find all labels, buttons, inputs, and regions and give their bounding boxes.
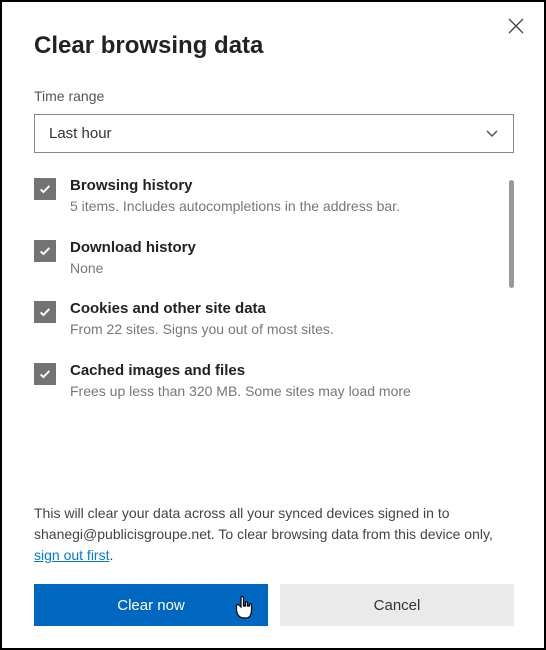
options-scroll-area: Browsing history 5 items. Includes autoc… — [34, 177, 514, 499]
checkbox-cached[interactable] — [34, 363, 56, 385]
clear-now-label: Clear now — [117, 597, 185, 614]
option-cached: Cached images and files Frees up less th… — [34, 362, 496, 402]
checkbox-browsing-history[interactable] — [34, 178, 56, 200]
check-icon — [38, 244, 52, 258]
footer-after: . — [109, 547, 113, 563]
option-desc: 5 items. Includes autocompletions in the… — [70, 197, 496, 217]
option-title: Browsing history — [70, 177, 496, 194]
footer-before: This will clear your data across all you… — [34, 505, 493, 542]
dialog-buttons: Clear now Cancel — [34, 584, 514, 626]
option-cookies: Cookies and other site data From 22 site… — [34, 300, 496, 340]
option-desc: None — [70, 259, 496, 279]
clear-browsing-data-dialog: Clear browsing data Time range Last hour… — [2, 2, 544, 648]
pointer-cursor-icon — [232, 594, 254, 624]
sync-warning-text: This will clear your data across all you… — [34, 503, 514, 566]
chevron-down-icon — [485, 126, 499, 142]
option-desc: Frees up less than 320 MB. Some sites ma… — [70, 382, 496, 402]
checkbox-cookies[interactable] — [34, 301, 56, 323]
cancel-button[interactable]: Cancel — [280, 584, 514, 626]
checkbox-download-history[interactable] — [34, 240, 56, 262]
option-browsing-history: Browsing history 5 items. Includes autoc… — [34, 177, 496, 217]
close-button[interactable] — [502, 12, 530, 40]
dialog-title: Clear browsing data — [34, 32, 514, 60]
check-icon — [38, 182, 52, 196]
sign-out-link[interactable]: sign out first — [34, 547, 109, 563]
option-desc: From 22 sites. Signs you out of most sit… — [70, 320, 496, 340]
time-range-label: Time range — [34, 88, 514, 104]
clear-now-button[interactable]: Clear now — [34, 584, 268, 626]
option-download-history: Download history None — [34, 239, 496, 279]
option-title: Download history — [70, 239, 496, 256]
check-icon — [38, 305, 52, 319]
time-range-select[interactable]: Last hour — [34, 114, 514, 153]
time-range-value: Last hour — [49, 125, 112, 142]
close-icon — [508, 18, 524, 34]
scrollbar-thumb[interactable] — [509, 180, 514, 288]
option-title: Cookies and other site data — [70, 300, 496, 317]
check-icon — [38, 367, 52, 381]
option-title: Cached images and files — [70, 362, 496, 379]
cancel-label: Cancel — [374, 597, 421, 614]
